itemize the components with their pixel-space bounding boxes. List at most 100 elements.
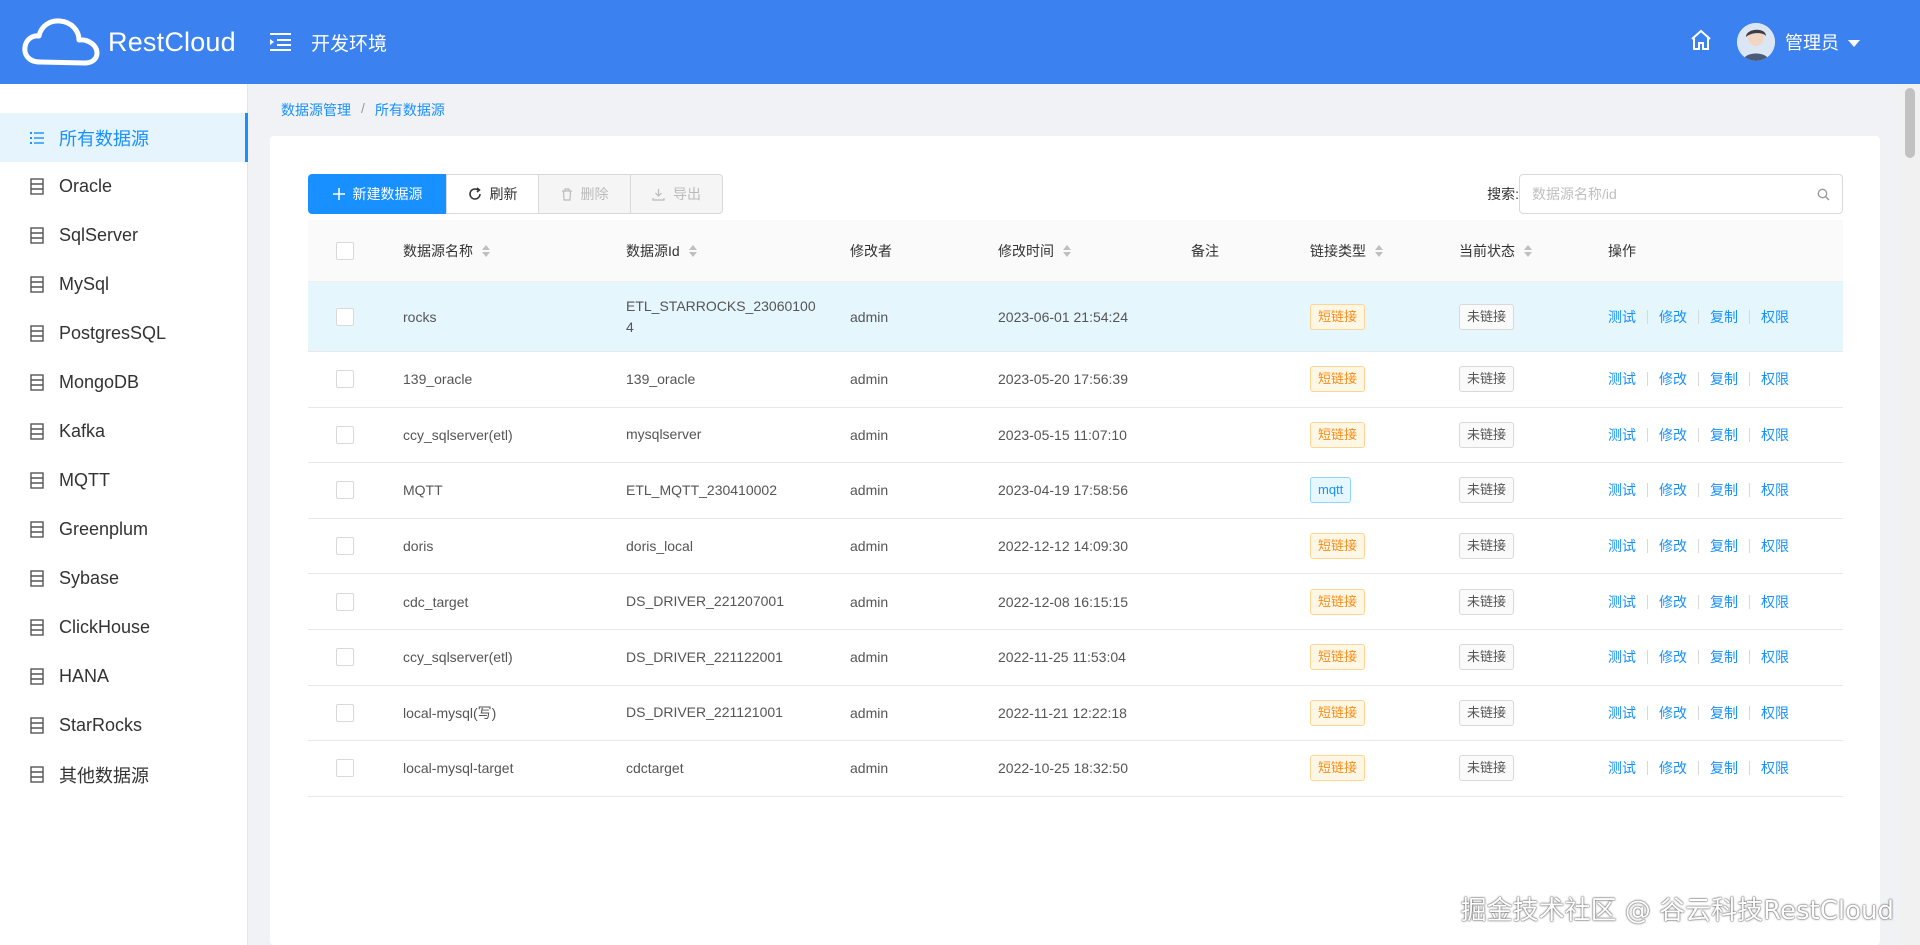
copy-link[interactable]: 复制 [1710,536,1738,556]
test-link[interactable]: 测试 [1608,536,1636,556]
edit-link[interactable]: 修改 [1659,703,1687,723]
sidebar-item-7[interactable]: MQTT [0,456,247,505]
sidebar-item-8[interactable]: Greenplum [0,505,247,554]
edit-link[interactable]: 修改 [1659,592,1687,612]
sidebar-item-2[interactable]: SqlServer [0,211,247,260]
table-row[interactable]: ccy_sqlserver(etl) DS_DRIVER_221122001 adm… [308,630,1843,686]
edit-link[interactable]: 修改 [1659,536,1687,556]
copy-link[interactable]: 复制 [1710,703,1738,723]
export-button[interactable]: 导出 [630,174,723,214]
column-header-time[interactable]: 修改时间 [998,241,1191,261]
export-label: 导出 [673,186,701,202]
table-row[interactable]: rocks ETL_STARROCKS_23060100 4 admin 2023-0… [308,282,1843,352]
edit-link[interactable]: 修改 [1659,480,1687,500]
edit-link[interactable]: 修改 [1659,425,1687,445]
edit-link[interactable]: 修改 [1659,758,1687,778]
table-row[interactable]: local-mysql(写) DS_DRIVER_221121001 admin 20… [308,686,1843,742]
edit-link[interactable]: 修改 [1659,369,1687,389]
sort-icon[interactable] [1524,244,1532,257]
copy-link[interactable]: 复制 [1710,425,1738,445]
edit-link[interactable]: 修改 [1659,307,1687,327]
sidebar-item-3[interactable]: MySql [0,260,247,309]
copy-link[interactable]: 复制 [1710,369,1738,389]
sidebar-item-9[interactable]: Sybase [0,554,247,603]
cell-time: 2023-05-15 11:07:10 [998,426,1127,443]
chevron-down-icon[interactable] [1848,39,1860,47]
select-all-checkbox[interactable] [336,241,354,260]
row-checkbox[interactable] [336,370,354,389]
sidebar-item-0[interactable]: 所有数据源 [0,113,248,162]
link-type-badge: 短链接 [1310,644,1366,671]
test-link[interactable]: 测试 [1608,425,1636,445]
test-link[interactable]: 测试 [1608,647,1636,667]
user-name[interactable]: 管理员 [1785,29,1839,55]
test-link[interactable]: 测试 [1608,592,1636,612]
edit-link[interactable]: 修改 [1659,647,1687,667]
breadcrumb-parent[interactable]: 数据源管理 [281,100,351,120]
table-row[interactable]: cdc_target DS_DRIVER_221207001 admin 2022-1… [308,574,1843,630]
sidebar-item-4[interactable]: PostgresSQL [0,309,247,358]
sort-icon[interactable] [688,244,697,257]
column-header-name[interactable]: 数据源名称 [403,241,626,261]
copy-link[interactable]: 复制 [1710,647,1738,667]
copy-link[interactable]: 复制 [1710,758,1738,778]
column-header-status[interactable]: 当前状态 [1459,241,1608,261]
new-datasource-button[interactable]: 新建数据源 [308,174,447,214]
row-checkbox[interactable] [336,592,354,611]
permission-link[interactable]: 权限 [1761,425,1789,445]
column-header-id[interactable]: 数据源Id [626,241,850,261]
row-checkbox[interactable] [336,307,354,326]
permission-link[interactable]: 权限 [1761,758,1789,778]
table-row[interactable]: local-mysql-target cdctarget admin 2022-10-… [308,741,1843,797]
row-checkbox[interactable] [336,703,354,722]
sort-icon[interactable] [1063,244,1071,257]
table-row[interactable]: MQTT ETL_MQTT_230410002 admin 2023-04-19 17… [308,463,1843,519]
sidebar-item-10[interactable]: ClickHouse [0,603,247,652]
sidebar-item-13[interactable]: 其他数据源 [0,750,247,799]
test-link[interactable]: 测试 [1608,758,1636,778]
search-icon[interactable] [1817,188,1830,201]
permission-link[interactable]: 权限 [1761,369,1789,389]
row-checkbox[interactable] [336,537,354,556]
permission-link[interactable]: 权限 [1761,647,1789,667]
cell-name: rocks [403,308,437,325]
divider [1749,483,1750,498]
test-link[interactable]: 测试 [1608,480,1636,500]
scrollbar-thumb[interactable] [1905,88,1915,158]
permission-link[interactable]: 权限 [1761,536,1789,556]
search-input[interactable] [1532,186,1817,202]
sidebar-item-11[interactable]: HANA [0,652,247,701]
test-link[interactable]: 测试 [1608,703,1636,723]
permission-link[interactable]: 权限 [1761,307,1789,327]
copy-link[interactable]: 复制 [1710,592,1738,612]
table-row[interactable]: doris doris_local admin 2022-12-12 14:09:30… [308,519,1843,575]
copy-link[interactable]: 复制 [1710,480,1738,500]
row-checkbox[interactable] [336,648,354,667]
sidebar-item-12[interactable]: StarRocks [0,701,247,750]
row-checkbox[interactable] [336,759,354,778]
app-logo[interactable]: RestCloud [0,16,250,68]
sidebar-item-1[interactable]: Oracle [0,162,247,211]
row-checkbox[interactable] [336,425,354,444]
copy-link[interactable]: 复制 [1710,307,1738,327]
cloud-logo-icon [22,18,100,66]
table-row[interactable]: ccy_sqlserver(etl) mysqlserver admin 2023-0… [308,408,1843,464]
vertical-scrollbar[interactable] [1900,84,1920,945]
row-checkbox[interactable] [336,481,354,500]
permission-link[interactable]: 权限 [1761,592,1789,612]
sidebar-item-5[interactable]: MongoDB [0,358,247,407]
sidebar-item-6[interactable]: Kafka [0,407,247,456]
table-row[interactable]: 139_oracle 139_oracle admin 2023-05-20 17:5… [308,352,1843,408]
test-link[interactable]: 测试 [1608,307,1636,327]
permission-link[interactable]: 权限 [1761,480,1789,500]
column-header-type[interactable]: 链接类型 [1310,241,1459,261]
test-link[interactable]: 测试 [1608,369,1636,389]
delete-button[interactable]: 删除 [538,174,631,214]
sort-icon[interactable] [1375,244,1383,257]
permission-link[interactable]: 权限 [1761,703,1789,723]
menu-toggle-icon[interactable] [270,32,292,52]
refresh-button[interactable]: 刷新 [446,174,539,214]
sort-icon[interactable] [482,244,490,257]
avatar[interactable] [1737,23,1775,61]
home-icon[interactable] [1689,28,1713,57]
